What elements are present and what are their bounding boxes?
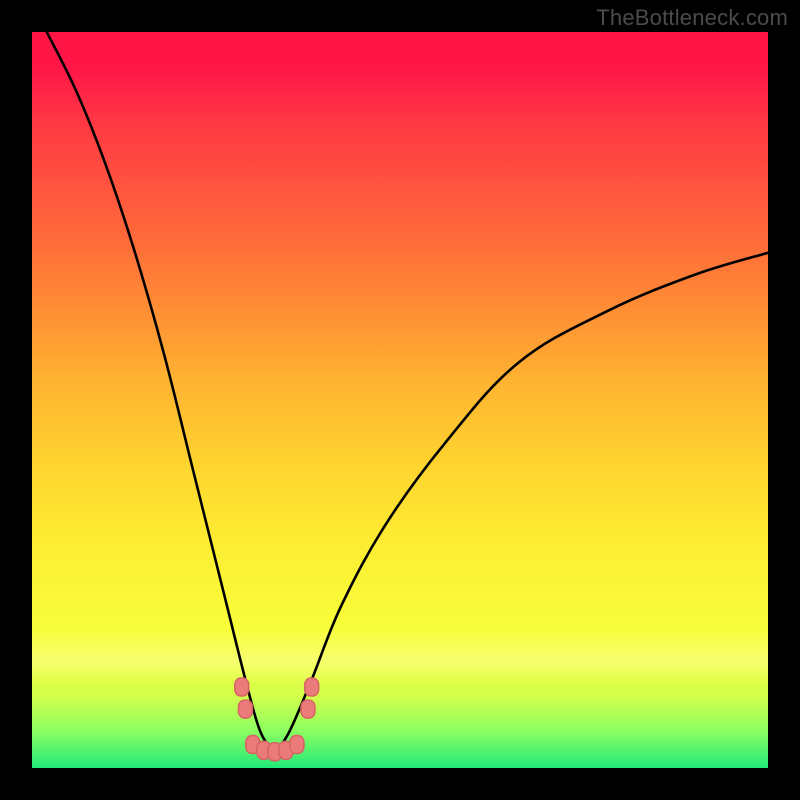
watermark-text: TheBottleneck.com	[596, 5, 788, 31]
marker-dot	[235, 678, 249, 696]
marker-dot	[305, 678, 319, 696]
trough-markers	[235, 678, 319, 761]
plot-area	[32, 32, 768, 768]
marker-dot	[290, 735, 304, 753]
curve-left-branch	[47, 32, 275, 753]
marker-dot	[301, 700, 315, 718]
marker-dot	[238, 700, 252, 718]
chart-frame: TheBottleneck.com	[0, 0, 800, 800]
curve-right-branch	[275, 253, 768, 753]
chart-svg	[32, 32, 768, 768]
